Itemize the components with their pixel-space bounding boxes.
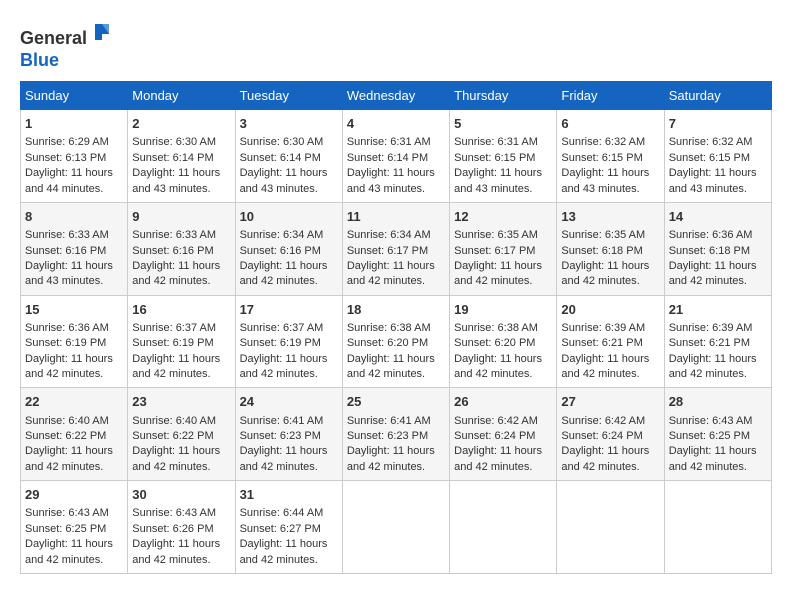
logo-text: General Blue [20,20,113,71]
day-number: 15 [25,301,123,319]
day-number: 21 [669,301,767,319]
day-header-thursday: Thursday [450,82,557,110]
day-number: 31 [240,486,338,504]
logo: General Blue [20,20,113,71]
calendar-header-row: SundayMondayTuesdayWednesdayThursdayFrid… [21,82,772,110]
calendar-cell: 13Sunrise: 6:35 AMSunset: 6:18 PMDayligh… [557,202,664,295]
calendar-cell: 4Sunrise: 6:31 AMSunset: 6:14 PMDaylight… [342,110,449,203]
day-number: 17 [240,301,338,319]
calendar-cell: 8Sunrise: 6:33 AMSunset: 6:16 PMDaylight… [21,202,128,295]
day-header-friday: Friday [557,82,664,110]
day-number: 12 [454,208,552,226]
calendar-week-0: 1Sunrise: 6:29 AMSunset: 6:13 PMDaylight… [21,110,772,203]
day-number: 20 [561,301,659,319]
day-number: 16 [132,301,230,319]
calendar-cell [450,481,557,574]
calendar-cell: 22Sunrise: 6:40 AMSunset: 6:22 PMDayligh… [21,388,128,481]
day-number: 24 [240,393,338,411]
page-header: General Blue [20,20,772,71]
calendar-cell: 11Sunrise: 6:34 AMSunset: 6:17 PMDayligh… [342,202,449,295]
logo-general: General [20,28,87,48]
logo-blue: Blue [20,50,59,70]
day-number: 30 [132,486,230,504]
day-number: 10 [240,208,338,226]
day-number: 28 [669,393,767,411]
day-number: 19 [454,301,552,319]
calendar-cell [664,481,771,574]
day-header-saturday: Saturday [664,82,771,110]
calendar-cell: 27Sunrise: 6:42 AMSunset: 6:24 PMDayligh… [557,388,664,481]
calendar-cell: 2Sunrise: 6:30 AMSunset: 6:14 PMDaylight… [128,110,235,203]
calendar-cell: 26Sunrise: 6:42 AMSunset: 6:24 PMDayligh… [450,388,557,481]
calendar-cell: 7Sunrise: 6:32 AMSunset: 6:15 PMDaylight… [664,110,771,203]
calendar-cell [342,481,449,574]
calendar-cell: 25Sunrise: 6:41 AMSunset: 6:23 PMDayligh… [342,388,449,481]
calendar-cell: 5Sunrise: 6:31 AMSunset: 6:15 PMDaylight… [450,110,557,203]
calendar-cell: 18Sunrise: 6:38 AMSunset: 6:20 PMDayligh… [342,295,449,388]
day-number: 3 [240,115,338,133]
day-number: 2 [132,115,230,133]
calendar-cell: 17Sunrise: 6:37 AMSunset: 6:19 PMDayligh… [235,295,342,388]
day-number: 8 [25,208,123,226]
day-number: 4 [347,115,445,133]
day-number: 6 [561,115,659,133]
calendar-cell: 20Sunrise: 6:39 AMSunset: 6:21 PMDayligh… [557,295,664,388]
day-number: 18 [347,301,445,319]
day-header-sunday: Sunday [21,82,128,110]
calendar-table: SundayMondayTuesdayWednesdayThursdayFrid… [20,81,772,574]
logo-icon [89,20,113,44]
calendar-week-2: 15Sunrise: 6:36 AMSunset: 6:19 PMDayligh… [21,295,772,388]
calendar-cell: 14Sunrise: 6:36 AMSunset: 6:18 PMDayligh… [664,202,771,295]
day-number: 14 [669,208,767,226]
day-number: 13 [561,208,659,226]
calendar-cell: 31Sunrise: 6:44 AMSunset: 6:27 PMDayligh… [235,481,342,574]
day-number: 7 [669,115,767,133]
calendar-cell: 21Sunrise: 6:39 AMSunset: 6:21 PMDayligh… [664,295,771,388]
calendar-week-4: 29Sunrise: 6:43 AMSunset: 6:25 PMDayligh… [21,481,772,574]
day-number: 11 [347,208,445,226]
calendar-cell [557,481,664,574]
day-number: 22 [25,393,123,411]
day-number: 27 [561,393,659,411]
calendar-cell: 6Sunrise: 6:32 AMSunset: 6:15 PMDaylight… [557,110,664,203]
calendar-cell: 19Sunrise: 6:38 AMSunset: 6:20 PMDayligh… [450,295,557,388]
calendar-cell: 1Sunrise: 6:29 AMSunset: 6:13 PMDaylight… [21,110,128,203]
day-number: 23 [132,393,230,411]
day-header-tuesday: Tuesday [235,82,342,110]
calendar-cell: 30Sunrise: 6:43 AMSunset: 6:26 PMDayligh… [128,481,235,574]
calendar-cell: 10Sunrise: 6:34 AMSunset: 6:16 PMDayligh… [235,202,342,295]
day-number: 9 [132,208,230,226]
day-number: 26 [454,393,552,411]
day-number: 5 [454,115,552,133]
calendar-cell: 12Sunrise: 6:35 AMSunset: 6:17 PMDayligh… [450,202,557,295]
calendar-cell: 28Sunrise: 6:43 AMSunset: 6:25 PMDayligh… [664,388,771,481]
day-number: 29 [25,486,123,504]
day-header-wednesday: Wednesday [342,82,449,110]
day-number: 25 [347,393,445,411]
calendar-week-3: 22Sunrise: 6:40 AMSunset: 6:22 PMDayligh… [21,388,772,481]
day-number: 1 [25,115,123,133]
calendar-cell: 9Sunrise: 6:33 AMSunset: 6:16 PMDaylight… [128,202,235,295]
calendar-week-1: 8Sunrise: 6:33 AMSunset: 6:16 PMDaylight… [21,202,772,295]
day-header-monday: Monday [128,82,235,110]
calendar-cell: 24Sunrise: 6:41 AMSunset: 6:23 PMDayligh… [235,388,342,481]
calendar-cell: 23Sunrise: 6:40 AMSunset: 6:22 PMDayligh… [128,388,235,481]
calendar-cell: 3Sunrise: 6:30 AMSunset: 6:14 PMDaylight… [235,110,342,203]
calendar-cell: 16Sunrise: 6:37 AMSunset: 6:19 PMDayligh… [128,295,235,388]
calendar-cell: 15Sunrise: 6:36 AMSunset: 6:19 PMDayligh… [21,295,128,388]
calendar-cell: 29Sunrise: 6:43 AMSunset: 6:25 PMDayligh… [21,481,128,574]
